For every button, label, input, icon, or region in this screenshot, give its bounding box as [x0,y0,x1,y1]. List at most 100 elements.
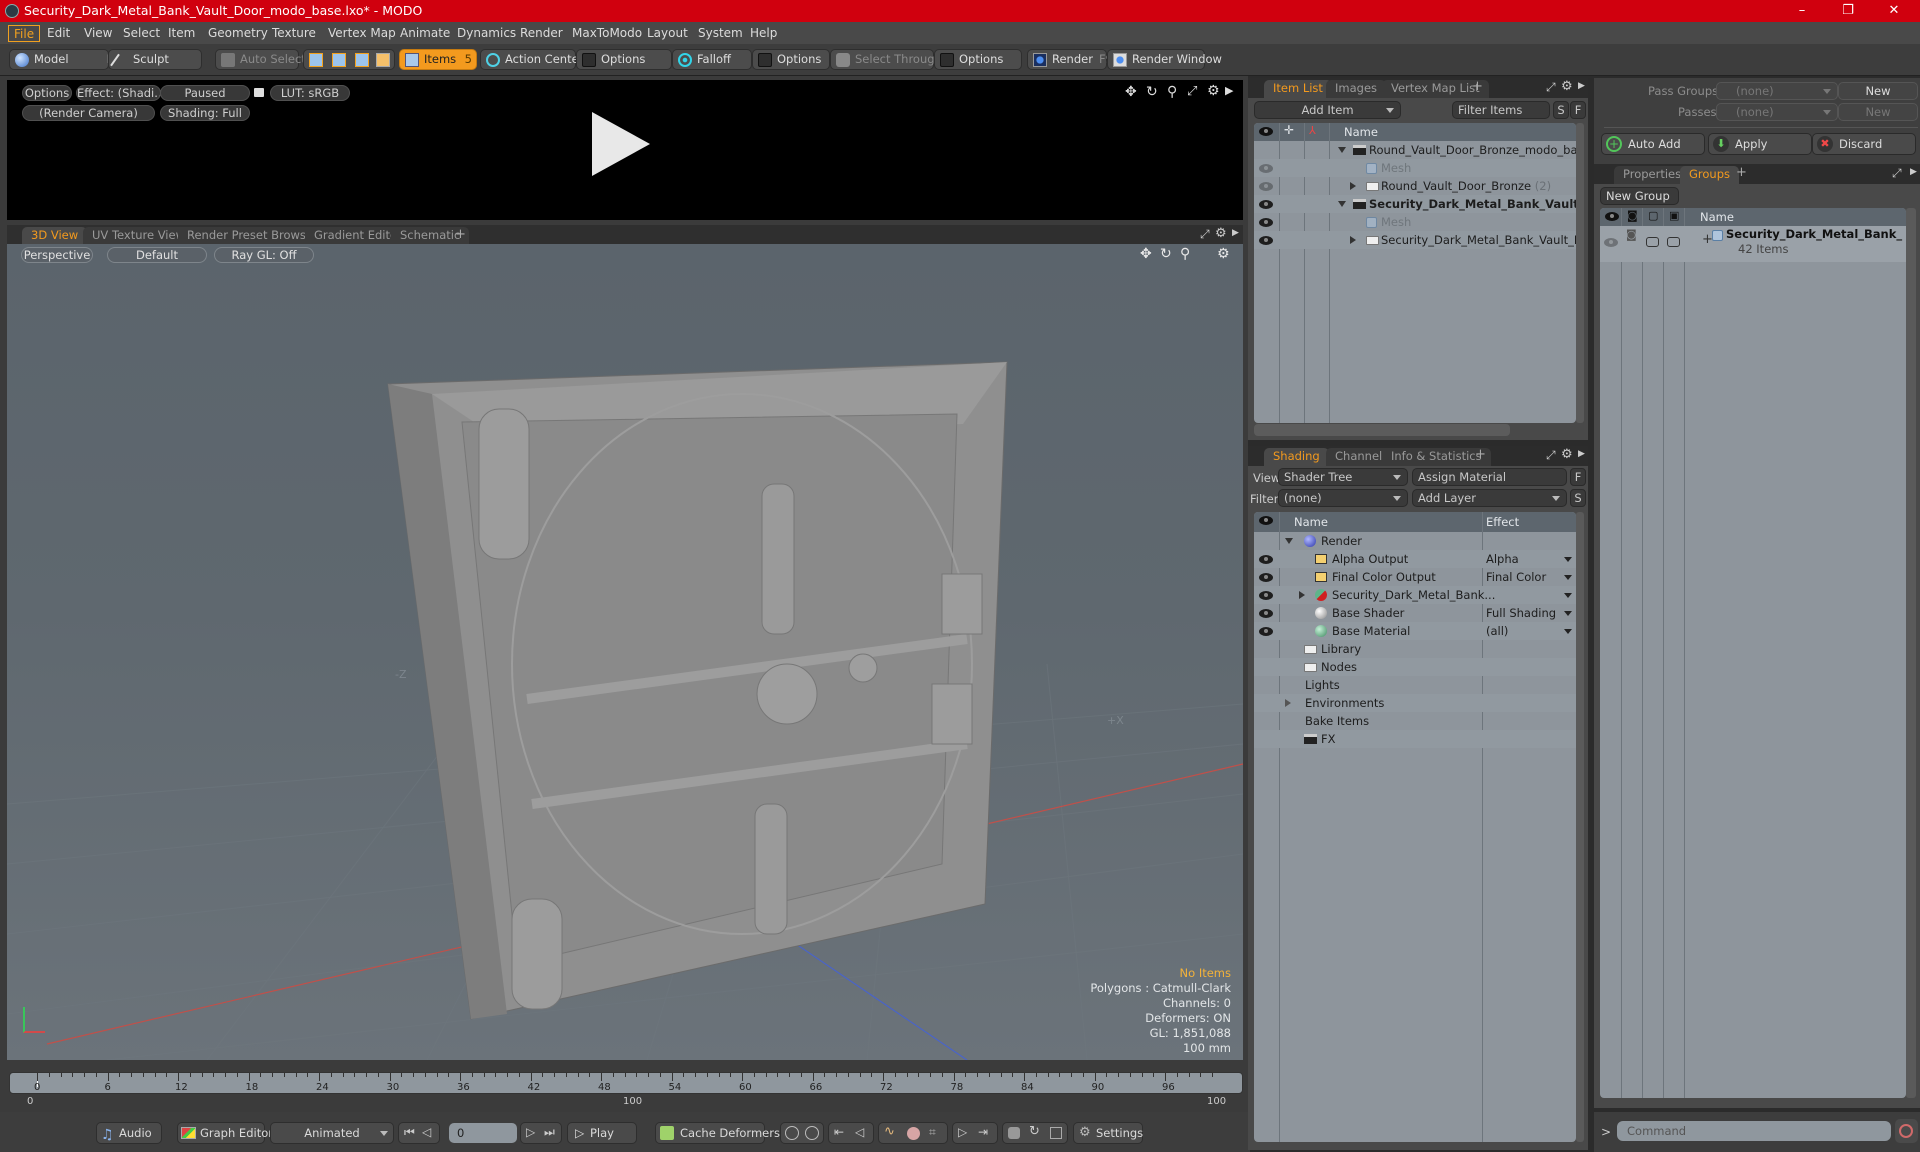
shader-row-base-material[interactable]: Base Material (all) [1254,622,1576,640]
name-column-header[interactable]: Name [1294,515,1328,529]
tab-shading[interactable]: Shading [1264,448,1329,466]
pass-groups-dropdown[interactable]: (none) [1716,82,1838,100]
new-group-button[interactable]: New Group [1600,187,1679,205]
3d-viewport[interactable]: Perspective Default Ray GL: Off ✥ ↻ ⚲ ⚙ … [7,244,1243,1060]
action-center-options-button[interactable]: Options [576,49,672,70]
new-pass-group-button[interactable]: New [1838,82,1918,100]
shader-row-lights[interactable]: Lights [1254,676,1576,694]
next-key-icon[interactable]: ▷ [526,1125,535,1139]
expand-arrow-icon[interactable] [1350,182,1356,190]
shader-row-final-color-output[interactable]: Final Color Output Final Color [1254,568,1576,586]
cache-deformers-button[interactable]: Cache Deformers [655,1122,780,1144]
effect-dropdown-icon[interactable] [1564,575,1572,580]
visibility-column-icon[interactable] [1259,516,1273,525]
maximize-viewport-icon[interactable]: ⤢ [1200,227,1210,242]
auto-select-button[interactable]: Auto Select [215,49,306,70]
menu-dynamics[interactable]: Dynamics [452,25,521,42]
falloff-button[interactable]: Falloff [672,49,752,70]
default-dropdown[interactable]: Default [107,247,207,263]
group-row[interactable]: ◙ + Security_Dark_Metal_Bank_ ... 42 Ite… [1600,226,1906,262]
visibility-toggle-icon[interactable] [1259,182,1273,191]
select-through-options-button[interactable]: Options [934,49,1022,70]
key-up-icon[interactable] [785,1126,799,1140]
menu-system[interactable]: System [693,25,748,42]
select-through-button[interactable]: Select Through [830,49,942,70]
menu-geometry[interactable]: Geometry [203,25,273,42]
action-center-button[interactable]: Action Center [480,49,583,70]
render-column-icon[interactable]: ◙ [1627,209,1638,222]
expand-arrow-icon[interactable] [1299,591,1305,599]
item-row[interactable]: Round_Vault_Door_Bronze_modo_base.... [1254,141,1576,159]
audio-button[interactable]: ♫ Audio [96,1122,162,1144]
auto-add-button[interactable]: + Auto Add [1601,133,1705,155]
rotate-icon[interactable]: ↻ [1146,84,1158,100]
preview-options-button[interactable]: Options [22,85,72,101]
groups-scrollbar[interactable] [1906,208,1916,1098]
maximize-icon[interactable]: ⤢ [1546,448,1556,463]
sculpt-mode-button[interactable]: Sculpt [108,49,202,70]
item-list-hscrollbar[interactable] [1254,424,1510,436]
expand-arrow-icon[interactable] [1350,236,1356,244]
lock-toggle-icon[interactable] [1646,237,1659,247]
maximize-icon[interactable]: ⤢ [1892,166,1902,181]
item-list-vscrollbar[interactable] [1576,123,1584,423]
visibility-toggle-icon[interactable] [1259,555,1273,564]
viewport-zoom-icon[interactable]: ⚲ [1180,246,1190,262]
maximize-icon[interactable]: ⤢ [1546,80,1556,95]
filter-dropdown[interactable]: (none) [1278,489,1408,507]
item-row[interactable]: Round_Vault_Door_Bronze (2) [1254,177,1576,195]
visibility-toggle-icon[interactable] [1259,218,1273,227]
record-icon[interactable] [907,1127,920,1140]
visibility-column-icon[interactable] [1605,212,1619,221]
next-keyframe-icon[interactable]: ▷ [958,1125,967,1139]
visibility-toggle-icon[interactable] [1259,627,1273,636]
previous-key-icon[interactable]: ◁ [422,1125,431,1139]
shader-row-environments[interactable]: Environments [1254,694,1576,712]
key-down-icon[interactable] [805,1126,819,1140]
shader-row-base-shader[interactable]: Base Shader Full Shading [1254,604,1576,622]
lock-column-icon[interactable]: ✛ [1284,123,1294,137]
render-window-button[interactable]: Render Window [1107,49,1222,70]
model-mode-button[interactable]: ModelF2 [9,49,120,70]
maximize-button[interactable]: ❐ [1826,0,1870,22]
edges-mode-icon[interactable] [332,53,346,67]
menu-texture[interactable]: Texture [267,25,321,42]
add-tab-button[interactable]: + [1736,165,1747,180]
items-mode-button[interactable]: Items 5 [399,49,477,70]
discard-button[interactable]: ✖ Discard [1812,133,1916,155]
gear-icon[interactable]: ⚙ [1561,447,1573,462]
viewport-menu-arrow-icon[interactable]: ▶ [1232,228,1239,238]
settings-button[interactable]: ⚙ Settings [1073,1122,1143,1144]
refresh-icon[interactable]: ↻ [1029,1124,1040,1139]
lock-column-icon[interactable]: ▢ [1648,209,1658,222]
shader-row-render[interactable]: Render [1254,532,1576,550]
viewport-rotate-icon[interactable]: ↻ [1160,246,1172,262]
expand-arrow-icon[interactable] [1285,699,1291,707]
item-row[interactable]: Security_Dark_Metal_Bank_Vault_Doo... [1254,231,1576,249]
preview-paused-button[interactable]: Paused [160,85,250,101]
go-to-end-icon[interactable]: ⏭ [544,1125,555,1140]
shader-row-material-group[interactable]: Security_Dark_Metal_Bank... [1254,586,1576,604]
falloff-options-button[interactable]: Options [752,49,830,70]
menu-layout[interactable]: Layout [642,25,693,42]
add-item-dropdown[interactable]: Add Item [1254,101,1401,119]
visibility-column-icon[interactable] [1259,127,1273,136]
tab-images[interactable]: Images [1326,80,1387,98]
menu-view[interactable]: View [79,25,117,42]
select-toggle-icon[interactable] [1667,237,1680,247]
auto-key-icon[interactable]: ∿ [884,1124,895,1139]
item-row[interactable]: Mesh [1254,159,1576,177]
item-list-s-button[interactable]: S [1553,101,1569,119]
maximize-icon[interactable]: ⤢ [1187,84,1197,99]
timeline-ruler[interactable]: 0 6 12 18 24 30 36 42 48 54 60 66 72 78 84 90 96 [9,1072,1243,1094]
minimize-button[interactable]: – [1780,0,1824,22]
preview-effect-dropdown[interactable]: Effect: (Shadi... [76,85,161,101]
zoom-icon[interactable]: ⚲ [1167,84,1177,100]
raygl-dropdown[interactable]: Ray GL: Off [214,247,314,263]
render-button[interactable]: Render F9 [1027,49,1113,70]
passes-dropdown[interactable]: (none) [1716,103,1838,121]
viewport-pan-icon[interactable]: ✥ [1140,246,1152,262]
name-column-header[interactable]: Name [1344,125,1378,139]
expand-arrow-icon[interactable] [1285,538,1293,544]
panel-menu-arrow-icon[interactable]: ▶ [1910,167,1917,177]
